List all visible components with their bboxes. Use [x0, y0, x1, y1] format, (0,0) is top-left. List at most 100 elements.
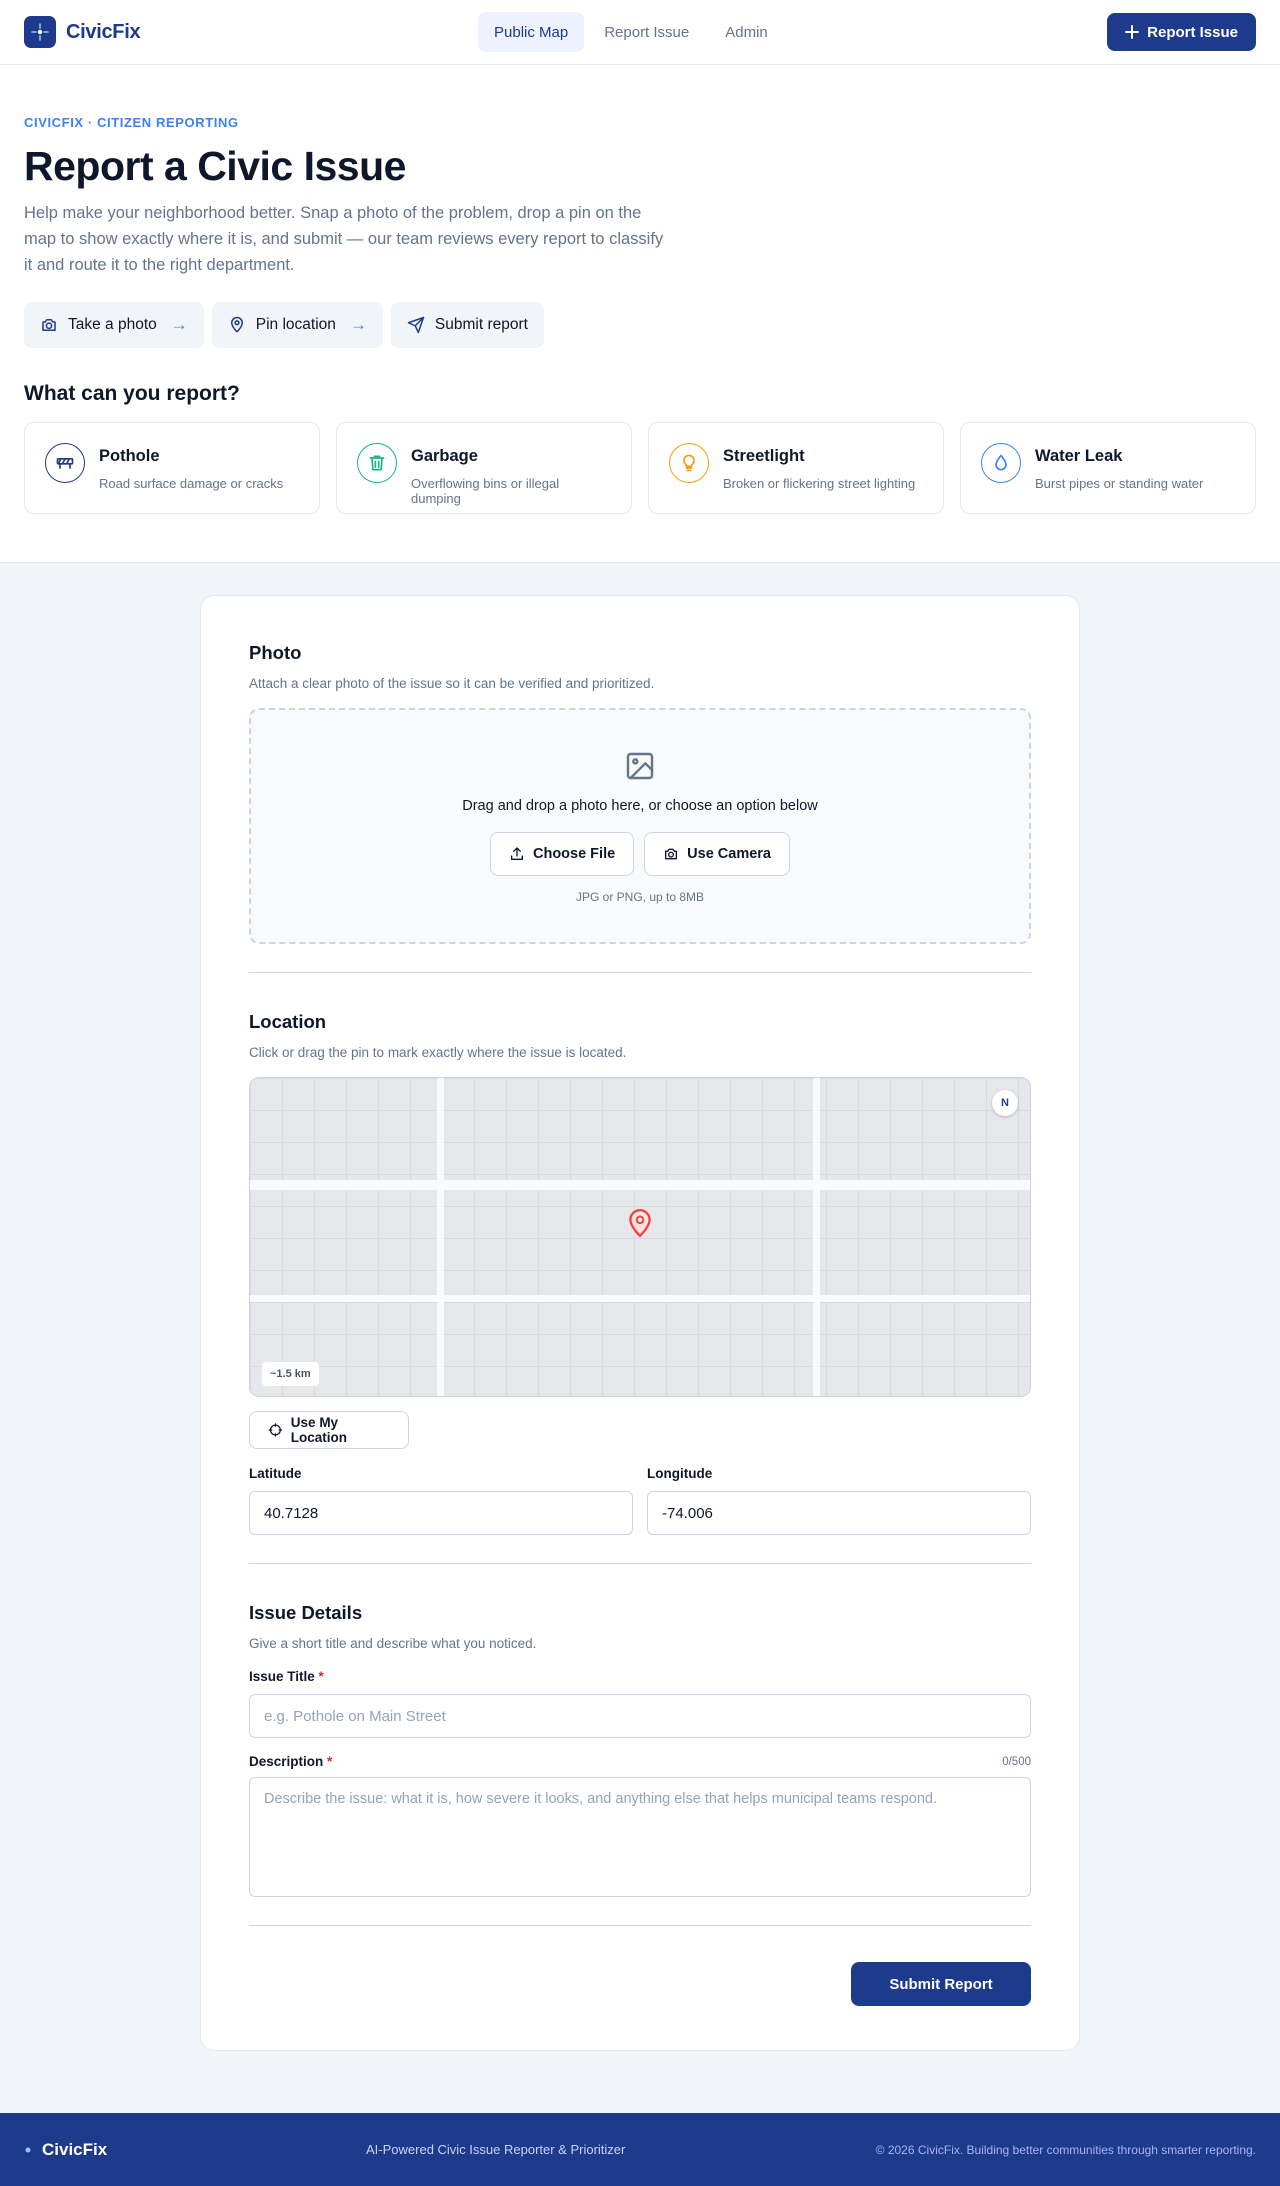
- arrow-right-icon: →: [170, 315, 188, 334]
- brand[interactable]: CivicFix: [24, 16, 141, 48]
- use-my-location-button[interactable]: Use My Location: [249, 1411, 409, 1449]
- top-nav: CivicFix Public Map Report Issue Admin R…: [0, 0, 1280, 65]
- brand-name: CivicFix: [66, 20, 141, 43]
- longitude-label: Longitude: [647, 1466, 713, 1481]
- hero-section: CIVICFIX · CITIZEN REPORTING Report a Ci…: [0, 65, 1280, 563]
- choose-file-label: Choose File: [532, 846, 616, 862]
- use-camera-label: Use Camera: [687, 846, 771, 862]
- crosshair-icon: [268, 1423, 283, 1437]
- category-card-pothole[interactable]: Pothole Road surface damage or cracks: [24, 422, 320, 514]
- camera-icon: [42, 319, 56, 331]
- page-subtitle: Help make your neighborhood better. Snap…: [24, 204, 664, 274]
- map-scale: ~1.5 km: [262, 1362, 319, 1386]
- map-road: [813, 1078, 820, 1396]
- footer-copyright: © 2026 CivicFix. Building better communi…: [875, 2142, 1256, 2157]
- report-form-card: Photo Attach a clear photo of the issue …: [200, 595, 1080, 2051]
- latitude-group: Latitude 40.7128: [249, 1466, 633, 1535]
- map-pin-icon[interactable]: [627, 1208, 653, 1243]
- step-label: Take a photo: [68, 316, 157, 333]
- road-barrier-icon: [45, 443, 85, 483]
- category-desc: Burst pipes or standing water: [1035, 476, 1204, 491]
- categories-title: What can you report?: [24, 382, 240, 405]
- description-label: Description *: [249, 1754, 332, 1769]
- step-submit-report[interactable]: Submit report: [390, 302, 544, 348]
- compass-badge: N: [992, 1090, 1018, 1116]
- step-label: Pin location: [255, 316, 336, 333]
- footer-brand[interactable]: CivicFix: [24, 2140, 107, 2160]
- dropzone-hint: JPG or PNG, up to 8MB: [575, 890, 705, 904]
- choose-file-button[interactable]: Choose File: [489, 832, 635, 876]
- category-name: Streetlight: [723, 447, 805, 465]
- description-label-text: Description: [249, 1754, 324, 1769]
- category-desc: Broken or flickering street lighting: [723, 476, 916, 491]
- eyebrow: CIVICFIX · CITIZEN REPORTING: [24, 115, 239, 130]
- location-section-title: Location: [249, 1011, 327, 1032]
- category-desc: Overflowing bins or illegal dumping: [411, 476, 560, 506]
- description-header: Description * 0/500: [249, 1754, 1031, 1769]
- category-card-streetlight[interactable]: Streetlight Broken or flickering street …: [648, 422, 944, 514]
- dropzone-buttons: Choose File Use Camera: [489, 832, 790, 876]
- required-mark: *: [327, 1754, 333, 1769]
- category-card-garbage[interactable]: Garbage Overflowing bins or illegal dump…: [336, 422, 632, 514]
- droplet-icon: [981, 443, 1021, 483]
- map-road: [437, 1078, 444, 1396]
- category-desc: Road surface damage or cracks: [99, 476, 284, 491]
- divider: [249, 1925, 1031, 1926]
- latitude-label: Latitude: [249, 1466, 302, 1481]
- step-pin-location[interactable]: Pin location →: [211, 302, 383, 348]
- longitude-input[interactable]: -74.006: [647, 1491, 1031, 1535]
- submit-report-button[interactable]: Submit Report: [851, 1962, 1031, 2006]
- step-label: Submit report: [434, 316, 528, 333]
- footer-tagline: AI-Powered Civic Issue Reporter & Priori…: [366, 2142, 626, 2157]
- description-textarea[interactable]: Describe the issue: what it is, how seve…: [249, 1777, 1031, 1897]
- nav-links: Public Map Report Issue Admin: [478, 12, 784, 52]
- longitude-group: Longitude -74.006: [647, 1466, 1031, 1535]
- details-section-title: Issue Details: [249, 1602, 363, 1623]
- location-map[interactable]: N ~1.5 km: [249, 1077, 1031, 1397]
- issue-title-label-text: Issue Title: [249, 1669, 315, 1684]
- coordinates: Latitude 40.7128 Longitude -74.006: [249, 1466, 1031, 1535]
- arrow-right-icon: →: [349, 315, 367, 334]
- photo-section-subtitle: Attach a clear photo of the issue so it …: [249, 676, 655, 691]
- category-name: Garbage: [411, 447, 478, 465]
- image-icon: [626, 752, 654, 780]
- description-placeholder: Describe the issue: what it is, how seve…: [264, 1791, 937, 1807]
- use-my-location-label: Use My Location: [290, 1415, 348, 1445]
- step-take-photo[interactable]: Take a photo →: [24, 302, 204, 348]
- trash-icon: [357, 443, 397, 483]
- nav-link-admin[interactable]: Admin: [709, 12, 784, 52]
- character-counter: 0/500: [1002, 1755, 1031, 1768]
- issue-title-placeholder: e.g. Pothole on Main Street: [264, 1707, 446, 1725]
- page-title: Report a Civic Issue: [24, 143, 406, 189]
- dropzone-text: Drag and drop a photo here, or choose an…: [462, 798, 818, 814]
- camera-icon: [665, 848, 678, 860]
- nav-link-public-map[interactable]: Public Map: [478, 12, 585, 52]
- required-mark: *: [318, 1669, 324, 1684]
- divider: [249, 972, 1031, 973]
- nav-link-report-issue[interactable]: Report Issue: [588, 12, 705, 52]
- photo-dropzone[interactable]: Drag and drop a photo here, or choose an…: [249, 708, 1031, 944]
- use-camera-button[interactable]: Use Camera: [644, 832, 790, 876]
- photo-section-title: Photo: [249, 642, 302, 663]
- report-issue-button[interactable]: Report Issue: [1107, 13, 1256, 51]
- category-name: Pothole: [99, 447, 160, 465]
- form-area: Photo Attach a clear photo of the issue …: [0, 563, 1280, 2113]
- issue-title-input[interactable]: e.g. Pothole on Main Street: [249, 1694, 1031, 1738]
- category-name: Water Leak: [1035, 447, 1123, 465]
- map-road: [250, 1180, 1030, 1190]
- footer-brand-name: CivicFix: [42, 2139, 108, 2159]
- logo-icon: [24, 16, 56, 48]
- location-section-subtitle: Click or drag the pin to mark exactly wh…: [249, 1045, 627, 1060]
- divider: [249, 1563, 1031, 1564]
- latitude-input[interactable]: 40.7128: [249, 1491, 633, 1535]
- footer: CivicFix AI-Powered Civic Issue Reporter…: [0, 2113, 1280, 2186]
- dot-icon: [25, 2147, 31, 2152]
- lightbulb-icon: [669, 443, 709, 483]
- send-icon: [407, 316, 425, 334]
- plus-icon: [1125, 25, 1140, 39]
- category-card-water-leak[interactable]: Water Leak Burst pipes or standing water: [960, 422, 1256, 514]
- map-road: [250, 1295, 1030, 1302]
- upload-icon: [510, 847, 523, 860]
- report-issue-button-label: Report Issue: [1147, 23, 1238, 41]
- steps: Take a photo → Pin location → Submit rep…: [24, 302, 1256, 348]
